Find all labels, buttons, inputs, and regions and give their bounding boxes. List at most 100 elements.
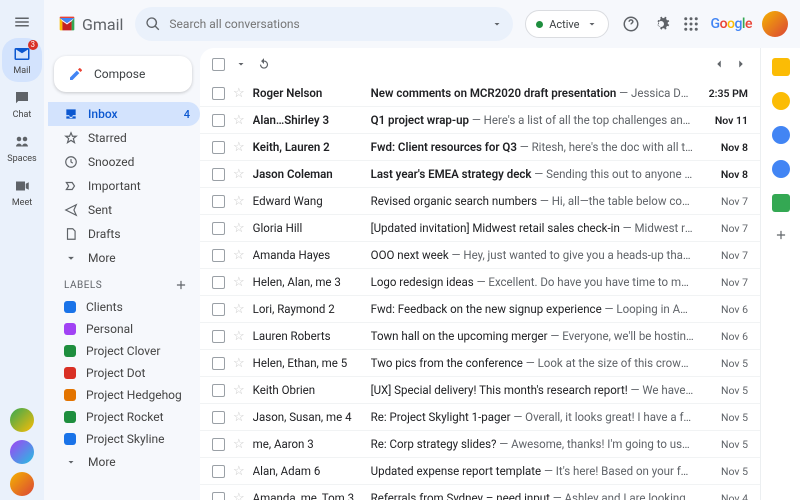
email-row[interactable]: ☆Edward WangRevised organic search numbe… xyxy=(200,188,760,215)
email-row[interactable]: ☆Jason ColemanLast year's EMEA strategy … xyxy=(200,161,760,188)
search-bar[interactable] xyxy=(135,7,513,41)
email-row[interactable]: ☆Lori, Raymond 2Fwd: Feedback on the new… xyxy=(200,296,760,323)
rail-item-meet[interactable]: Meet xyxy=(2,170,42,214)
email-row[interactable]: ☆Amanda, me, Tom 3Referrals from Sydney … xyxy=(200,485,760,500)
email-row[interactable]: ☆Helen, Alan, me 3Logo redesign ideas — … xyxy=(200,269,760,296)
label-project-hedgehog[interactable]: Project Hedgehog xyxy=(48,384,200,406)
row-checkbox[interactable] xyxy=(212,357,225,370)
row-checkbox[interactable] xyxy=(212,168,225,181)
email-row[interactable]: ☆Roger NelsonNew comments on MCR2020 dra… xyxy=(200,80,760,107)
status-dot-icon xyxy=(536,21,543,28)
nav-inbox[interactable]: Inbox4 xyxy=(48,102,200,126)
select-all-checkbox[interactable] xyxy=(212,58,225,71)
star-icon[interactable]: ☆ xyxy=(233,248,245,263)
email-row[interactable]: ☆Lauren RobertsTown hall on the upcoming… xyxy=(200,323,760,350)
gear-icon[interactable] xyxy=(651,14,671,34)
account-avatar[interactable] xyxy=(762,11,788,37)
row-checkbox[interactable] xyxy=(212,141,225,154)
send-icon xyxy=(64,203,78,217)
labels-more[interactable]: More xyxy=(48,450,200,474)
date: Nov 11 xyxy=(702,114,748,127)
row-checkbox[interactable] xyxy=(212,330,225,343)
label-clients[interactable]: Clients xyxy=(48,296,200,318)
label-project-clover[interactable]: Project Clover xyxy=(48,340,200,362)
star-icon[interactable]: ☆ xyxy=(233,167,245,182)
row-checkbox[interactable] xyxy=(212,303,225,316)
row-checkbox[interactable] xyxy=(212,222,225,235)
nav-sent[interactable]: Sent xyxy=(48,198,200,222)
search-input[interactable] xyxy=(169,17,483,31)
rail-item-spaces[interactable]: Spaces xyxy=(2,126,42,170)
chevron-down-icon[interactable] xyxy=(491,18,503,30)
email-row[interactable]: ☆me, Aaron 3Re: Corp strategy slides? — … xyxy=(200,431,760,458)
email-row[interactable]: ☆Helen, Ethan, me 5Two pics from the con… xyxy=(200,350,760,377)
label-color-icon xyxy=(64,411,76,423)
tasks-icon[interactable] xyxy=(772,126,790,144)
contacts-icon[interactable] xyxy=(772,160,790,178)
row-checkbox[interactable] xyxy=(212,87,225,100)
sender: Keith, Lauren 2 xyxy=(253,140,363,154)
chevron-right-icon[interactable] xyxy=(734,57,748,71)
row-checkbox[interactable] xyxy=(212,465,225,478)
chevron-left-icon[interactable] xyxy=(712,57,726,71)
star-icon[interactable]: ☆ xyxy=(233,491,245,500)
row-checkbox[interactable] xyxy=(212,195,225,208)
star-icon[interactable]: ☆ xyxy=(233,383,245,398)
star-icon[interactable]: ☆ xyxy=(233,140,245,155)
row-checkbox[interactable] xyxy=(212,492,225,500)
nav-drafts[interactable]: Drafts xyxy=(48,222,200,246)
row-checkbox[interactable] xyxy=(212,114,225,127)
star-icon[interactable]: ☆ xyxy=(233,302,245,317)
star-icon[interactable]: ☆ xyxy=(233,356,245,371)
star-icon[interactable]: ☆ xyxy=(233,221,245,236)
chat-avatar[interactable] xyxy=(10,408,34,432)
plus-icon[interactable] xyxy=(774,228,788,242)
menu-icon[interactable] xyxy=(10,10,34,34)
nav-starred[interactable]: Starred xyxy=(48,126,200,150)
star-icon[interactable]: ☆ xyxy=(233,113,245,128)
row-checkbox[interactable] xyxy=(212,249,225,262)
star-icon[interactable]: ☆ xyxy=(233,275,245,290)
star-icon[interactable]: ☆ xyxy=(233,437,245,452)
email-row[interactable]: ☆Keith Obrien[UX] Special delivery! This… xyxy=(200,377,760,404)
help-icon[interactable] xyxy=(621,14,641,34)
calendar-icon[interactable] xyxy=(772,58,790,76)
label-personal[interactable]: Personal xyxy=(48,318,200,340)
rail-item-chat[interactable]: Chat xyxy=(2,82,42,126)
gmail-logo[interactable]: Gmail xyxy=(56,13,123,35)
star-icon[interactable]: ☆ xyxy=(233,194,245,209)
compose-button[interactable]: Compose xyxy=(54,56,192,92)
email-row[interactable]: ☆Alan, Adam 6Updated expense report temp… xyxy=(200,458,760,485)
star-icon[interactable]: ☆ xyxy=(233,410,245,425)
label-project-rocket[interactable]: Project Rocket xyxy=(48,406,200,428)
status-chip[interactable]: Active xyxy=(525,10,608,38)
rail-item-mail[interactable]: Mail3 xyxy=(2,38,42,82)
addons-icon[interactable] xyxy=(772,194,790,212)
keep-icon[interactable] xyxy=(772,92,790,110)
label-project-dot[interactable]: Project Dot xyxy=(48,362,200,384)
email-row[interactable]: ☆Amanda HayesOOO next week — Hey, just w… xyxy=(200,242,760,269)
nav-snoozed[interactable]: Snoozed xyxy=(48,150,200,174)
subject-line: Fwd: Client resources for Q3 — Ritesh, h… xyxy=(371,140,694,154)
nav-more[interactable]: More xyxy=(48,246,200,270)
google-logo[interactable]: Google xyxy=(711,16,752,32)
email-row[interactable]: ☆Jason, Susan, me 4Re: Project Skylight … xyxy=(200,404,760,431)
row-checkbox[interactable] xyxy=(212,276,225,289)
star-icon[interactable]: ☆ xyxy=(233,464,245,479)
row-checkbox[interactable] xyxy=(212,438,225,451)
star-icon[interactable]: ☆ xyxy=(233,329,245,344)
plus-icon[interactable] xyxy=(174,278,188,292)
email-row[interactable]: ☆ Keith, Lauren 2 Fwd: Client resources fo… xyxy=(200,134,760,161)
nav-important[interactable]: Important xyxy=(48,174,200,198)
label-project-skyline[interactable]: Project Skyline xyxy=(48,428,200,450)
star-icon[interactable]: ☆ xyxy=(233,86,245,101)
chat-avatar[interactable] xyxy=(10,472,34,496)
row-checkbox[interactable] xyxy=(212,411,225,424)
chat-avatar[interactable] xyxy=(10,440,34,464)
refresh-icon[interactable] xyxy=(257,57,271,71)
row-checkbox[interactable] xyxy=(212,384,225,397)
apps-icon[interactable] xyxy=(681,14,701,34)
email-row[interactable]: ☆Gloria Hill[Updated invitation] Midwest… xyxy=(200,215,760,242)
chevron-down-icon[interactable] xyxy=(235,58,247,70)
email-row[interactable]: ☆Alan…Shirley 3Q1 project wrap-up — Here… xyxy=(200,107,760,134)
